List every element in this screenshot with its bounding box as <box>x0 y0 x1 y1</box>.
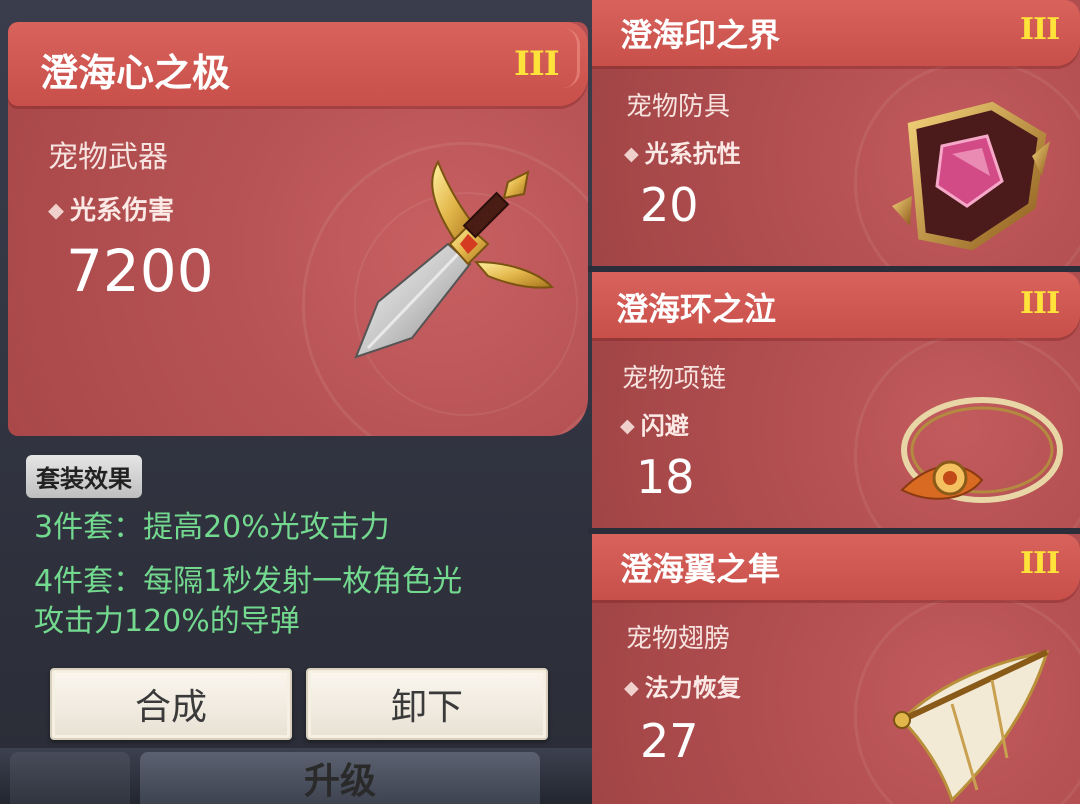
armor-item-card[interactable]: 澄海印之界 III 宠物防具 ◆ 光系抗性 20 <box>592 0 1080 266</box>
item-type-label: 宠物翅膀 <box>626 624 731 654</box>
main-item-title: 澄海心之极 <box>40 51 231 95</box>
set-effect-4pc-line2: 攻击力120%的导弹 <box>34 604 300 639</box>
wing-icon <box>893 649 1050 803</box>
stat-value: 27 <box>640 714 699 768</box>
item-type-label: 宠物武器 <box>48 140 168 175</box>
stat-value: 20 <box>640 178 699 232</box>
sword-icon <box>354 159 555 359</box>
armor-item-title: 澄海印之界 <box>620 16 781 54</box>
main-item-card[interactable]: 澄海心之极 III 宠物武器 ◆ 光系伤害 7200 <box>8 22 588 436</box>
tab-left[interactable] <box>10 752 130 804</box>
stat-name: 光系抗性 <box>644 140 741 168</box>
stat-label: ◆ 法力恢复 <box>624 668 741 703</box>
diamond-bullet-icon: ◆ <box>624 676 639 699</box>
stat-name: 法力恢复 <box>644 674 741 702</box>
stat-value: 7200 <box>66 237 214 305</box>
tier-badge: III <box>1020 12 1060 47</box>
stat-value: 18 <box>636 450 695 504</box>
stat-label: ◆ 光系伤害 <box>48 190 174 227</box>
item-type-label: 宠物项链 <box>622 364 727 394</box>
wing-item-card[interactable]: 澄海翼之隼 III 宠物翅膀 ◆ 法力恢复 27 <box>592 534 1080 804</box>
wing-item-title: 澄海翼之隼 <box>620 550 781 588</box>
synthesize-button[interactable]: 合成 <box>50 668 292 740</box>
necklace-item-card[interactable]: 澄海环之泣 III 宠物项链 ◆ 闪避 18 <box>592 272 1080 528</box>
ring-necklace-icon <box>900 397 1063 503</box>
tier-badge: III <box>1020 286 1060 321</box>
armor-gem-icon <box>892 101 1050 251</box>
unequip-button[interactable]: 卸下 <box>306 668 548 740</box>
necklace-item-title: 澄海环之泣 <box>616 290 777 328</box>
item-type-label: 宠物防具 <box>626 92 731 122</box>
set-effect-badge: 套装效果 <box>26 455 142 498</box>
set-effect-4pc-line1: 4件套：每隔1秒发射一枚角色光 <box>34 564 463 599</box>
tier-badge: III <box>1020 546 1060 581</box>
set-effect-3pc: 3件套：提高20%光攻击力 <box>34 510 390 545</box>
tier-badge: III <box>514 44 560 84</box>
diamond-bullet-icon: ◆ <box>48 198 64 222</box>
stat-label: ◆ 闪避 <box>620 406 689 441</box>
header-rim <box>563 28 580 88</box>
diamond-bullet-icon: ◆ <box>620 414 635 437</box>
diamond-bullet-icon: ◆ <box>624 142 639 165</box>
stat-label: ◆ 光系抗性 <box>624 134 741 169</box>
stat-name: 光系伤害 <box>70 196 175 226</box>
stat-name: 闪避 <box>640 412 689 440</box>
upgrade-tab[interactable]: 升级 <box>140 752 540 804</box>
